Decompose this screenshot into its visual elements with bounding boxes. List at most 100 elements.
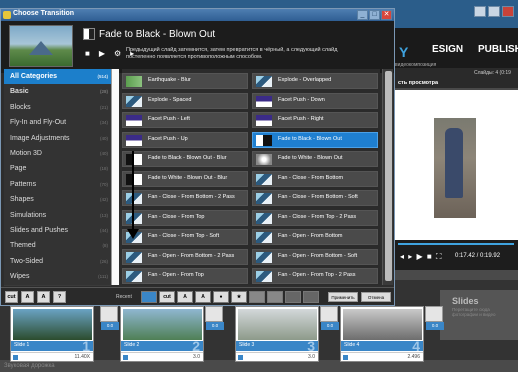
transition-thumbnail-icon <box>126 212 142 224</box>
settings-icon[interactable]: ⚙ <box>114 49 121 58</box>
transition-item[interactable]: Facet Push - Right <box>252 112 378 128</box>
publish-tab[interactable]: PUBLISH <box>478 44 518 55</box>
transition-label: Fade to Black - Blown Out - Blur <box>148 155 227 161</box>
dialog-title: Choose Transition <box>13 10 75 17</box>
dialog-title-bar[interactable]: Choose Transition _ □ ✕ <box>1 9 394 21</box>
category-count: (21) <box>99 104 108 110</box>
app-maximize-button[interactable] <box>488 6 500 17</box>
transition-item[interactable]: Fan - Open - From Bottom - 2 Pass <box>122 248 248 265</box>
transition-item[interactable]: Explode - Overlapped <box>252 73 378 89</box>
tool-icon[interactable]: cut <box>5 291 18 303</box>
tool-icon[interactable]: ? <box>53 291 66 303</box>
close-button[interactable]: ✕ <box>381 10 392 20</box>
transition-item[interactable]: Fan - Close - From Bottom - Soft <box>252 190 378 206</box>
playback-timeline[interactable] <box>398 243 514 245</box>
transition-item[interactable]: Earthquake - Blur <box>122 73 248 89</box>
app-window-controls <box>474 6 514 17</box>
slide-card[interactable]: Slide 4 4 2.496 <box>340 306 424 362</box>
transition-item[interactable]: Fan - Close - From Bottom <box>252 170 378 187</box>
slide-checkbox[interactable] <box>343 355 348 360</box>
transition-label: Earthquake - Blur <box>148 77 191 83</box>
slide-thumbnail <box>238 309 317 340</box>
slide-duration: 3.0 <box>308 354 315 360</box>
category-label: Shapes <box>10 196 34 204</box>
preview-person-figure <box>445 128 463 198</box>
transition-label: Fan - Open - From Bottom <box>278 233 343 239</box>
stop-icon[interactable]: ■ <box>85 49 90 58</box>
slide-card[interactable]: Slide 3 3 3.0 <box>235 306 319 362</box>
recent-transition-item[interactable]: A <box>177 291 193 303</box>
recent-transition-item[interactable] <box>267 291 283 303</box>
slide-card[interactable]: Slide 1 1 11.40X <box>10 306 94 362</box>
transition-grid-scrollbar[interactable] <box>382 69 393 285</box>
recent-transition-item[interactable] <box>303 291 319 303</box>
category-label: Page <box>10 165 27 173</box>
transition-item[interactable]: Explode - Spaced <box>122 92 248 109</box>
transition-item[interactable]: Fan - Close - From Top - 2 Pass <box>252 209 378 226</box>
cancel-button[interactable]: Отмена <box>361 292 391 302</box>
recent-transition-item[interactable]: ● <box>213 291 229 303</box>
category-scrollbar[interactable] <box>111 69 119 285</box>
playback-controls[interactable]: ◂ ▸ ▶ ■ ⛶ <box>400 252 443 262</box>
transition-item[interactable]: Fan - Close - From Top - Soft <box>122 229 248 245</box>
recent-transition-item[interactable]: cut <box>159 291 175 303</box>
transition-item[interactable]: Fan - Close - From Top <box>122 209 248 226</box>
transition-item[interactable]: Fade to White - Blown Out <box>252 151 378 167</box>
transition-label: Fade to White - Blown Out <box>278 155 343 161</box>
transition-item[interactable]: Facet Push - Left <box>122 112 248 128</box>
category-label: Simulations <box>10 211 47 219</box>
transition-label: Fan - Close - From Top - 2 Pass <box>278 213 357 220</box>
maximize-button[interactable]: □ <box>369 10 380 20</box>
transition-item[interactable]: Facet Push - Up <box>122 131 248 148</box>
transition-slot[interactable]: 0.0 <box>320 306 339 330</box>
transition-item[interactable]: Facet Push - Down <box>252 92 378 109</box>
transition-item[interactable]: Fan - Open - From Top - 2 Pass <box>252 268 378 284</box>
transition-thumbnail-icon <box>256 76 272 87</box>
transition-label: Fan - Close - From Bottom <box>278 174 344 181</box>
choose-transition-dialog: Choose Transition _ □ ✕ Fade to Black - … <box>0 8 395 306</box>
logo-icon: Y <box>399 44 409 60</box>
transition-slot[interactable]: 0.0 <box>425 306 444 330</box>
play-icon[interactable]: ▶ <box>99 49 105 58</box>
transition-label: Explode - Overlapped <box>278 77 332 83</box>
app-minimize-button[interactable] <box>474 6 486 17</box>
transition-item[interactable]: Fan - Close - From Bottom - 2 Pass <box>122 190 248 206</box>
dialog-bottom-bar: Recent Применить Отмена cut A A? cut A A ● ★ <box>1 287 394 305</box>
slide-card[interactable]: Slide 2 2 3.0 <box>120 306 204 362</box>
transition-label: Fade to White - Blown Out - Blur <box>148 174 228 181</box>
transition-item[interactable]: Fan - Open - From Bottom <box>252 229 378 245</box>
transition-slot[interactable]: 0.0 <box>205 306 224 330</box>
app-close-button[interactable] <box>502 6 514 17</box>
design-tab[interactable]: ESIGN <box>432 44 463 55</box>
recent-transition-item[interactable]: A <box>195 291 211 303</box>
category-count: (42) <box>99 197 108 203</box>
transition-thumbnail-icon <box>256 212 272 224</box>
slide-checkbox[interactable] <box>123 355 128 360</box>
slide-thumbnail <box>13 309 92 340</box>
category-label: Patterns <box>10 180 37 188</box>
category-count: (13) <box>99 212 108 218</box>
transition-thumbnail-icon <box>126 154 142 165</box>
tool-icon[interactable]: A <box>21 291 34 303</box>
recent-transition-item[interactable] <box>141 291 157 303</box>
minimize-button[interactable]: _ <box>357 10 368 20</box>
recent-transition-item[interactable] <box>249 291 265 303</box>
transition-slot[interactable]: 0.0 <box>100 306 119 330</box>
scrollbar-thumb[interactable] <box>385 71 392 281</box>
recent-transition-item[interactable]: ★ <box>231 291 247 303</box>
transition-item[interactable]: Fan - Open - From Bottom - Soft <box>252 248 378 265</box>
transition-item[interactable]: Fade to White - Blown Out - Blur <box>122 170 248 187</box>
slide-checkbox[interactable] <box>13 355 18 360</box>
transition-item[interactable]: Fade to Black - Blown Out <box>252 131 378 148</box>
transition-item[interactable]: Fade to Black - Blown Out - Blur <box>122 151 248 167</box>
apply-button[interactable]: Применить <box>328 292 358 302</box>
category-count: (28) <box>99 89 108 95</box>
tool-icon[interactable]: A <box>37 291 50 303</box>
transition-thumbnail-icon <box>126 134 142 146</box>
slide-checkbox[interactable] <box>238 355 243 360</box>
category-item[interactable]: Wipes (111) <box>4 269 111 287</box>
transition-item[interactable]: Fan - Open - From Top <box>122 268 248 284</box>
transition-thumbnail-icon <box>256 232 272 243</box>
transition-thumbnail-icon <box>126 115 142 126</box>
recent-transition-item[interactable] <box>285 291 301 303</box>
